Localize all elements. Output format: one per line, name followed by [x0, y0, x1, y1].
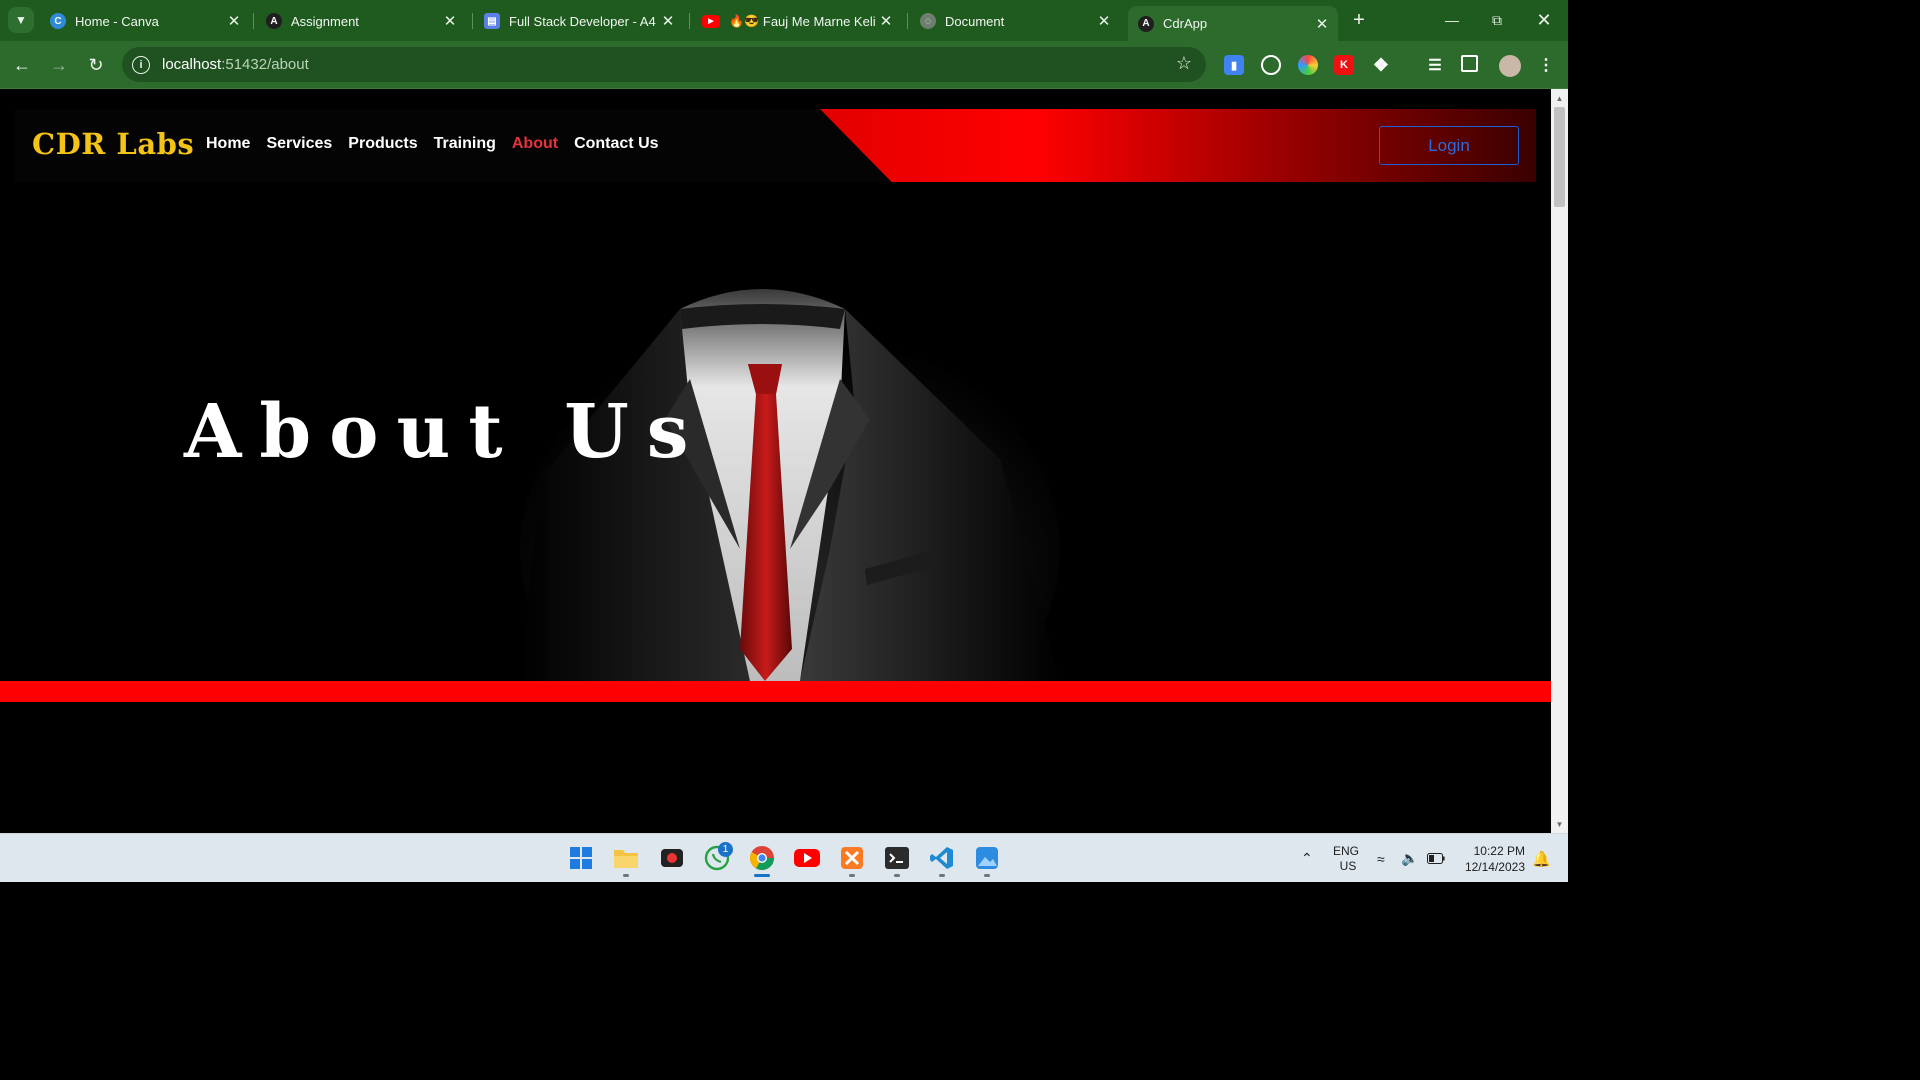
extensions-puzzle-icon[interactable]: ❖ — [1371, 55, 1391, 75]
clock[interactable]: 10:22 PM 12/14/2023 — [1459, 834, 1525, 883]
browser-tab-strip: ▼ C Home - Canva ✕ A Assignment ✕ ▤ Full… — [0, 0, 1568, 41]
terminal-icon[interactable] — [883, 844, 911, 872]
side-panel-icon[interactable] — [1461, 55, 1478, 72]
close-icon[interactable]: ✕ — [876, 12, 896, 30]
hero-red-stripe — [0, 681, 1551, 702]
tab-title: Fauj Me Marne Keliye — [762, 13, 876, 29]
extension-docs-icon[interactable]: ▮ — [1224, 55, 1244, 75]
tab-separator — [907, 13, 908, 29]
tab-full-stack-developer[interactable]: ▤ Full Stack Developer - A4 ✕ — [474, 6, 684, 36]
angular-icon: A — [266, 13, 282, 29]
tab-title: Full Stack Developer - A4 — [509, 13, 656, 29]
active-app-indicator — [754, 874, 770, 877]
running-indicator — [984, 874, 990, 877]
close-icon[interactable]: ✕ — [658, 12, 678, 30]
back-icon[interactable]: ← — [10, 53, 34, 77]
file-explorer-icon[interactable] — [612, 844, 640, 872]
close-window-icon[interactable]: ✕ — [1524, 8, 1564, 32]
vscode-icon[interactable] — [928, 844, 956, 872]
bookmark-star-icon[interactable]: ☆ — [1176, 53, 1192, 74]
tab-separator — [253, 13, 254, 29]
tab-title: CdrApp — [1163, 16, 1208, 31]
tab-home-canva[interactable]: C Home - Canva ✕ — [40, 6, 250, 36]
xampp-icon[interactable] — [838, 844, 866, 872]
extension-circle-icon[interactable] — [1261, 55, 1281, 75]
address-bar[interactable]: i localhost:51432/about ☆ — [122, 47, 1206, 82]
clock-date: 12/14/2023 — [1464, 859, 1525, 874]
tab-title: Assignment — [291, 13, 359, 29]
menu-item-services[interactable]: Services — [266, 135, 332, 153]
login-button[interactable]: Login — [1379, 126, 1519, 165]
forward-icon[interactable]: → — [47, 53, 71, 77]
windows-start-icon[interactable] — [567, 844, 595, 872]
close-icon[interactable]: ✕ — [1094, 12, 1114, 30]
battery-icon[interactable] — [1427, 834, 1445, 883]
tab-assignment[interactable]: A Assignment ✕ — [256, 6, 466, 36]
scrollbar-thumb[interactable] — [1554, 107, 1565, 207]
browser-toolbar: ← → ↻ i localhost:51432/about ☆ ▮ K ❖ ☰ … — [0, 41, 1568, 89]
menu-kebab-icon[interactable]: ⋮ — [1536, 55, 1556, 75]
hero-suit-image — [500, 289, 1080, 681]
menu-item-contact-us[interactable]: Contact Us — [574, 135, 658, 153]
screen-recorder-icon[interactable] — [658, 844, 686, 872]
tab-cdrapp[interactable]: A CdrApp ✕ — [1128, 6, 1338, 41]
notification-badge: 1 — [718, 842, 733, 857]
new-tab-button[interactable]: + — [1348, 9, 1370, 31]
tab-title: Home - Canva — [75, 13, 159, 29]
page-viewport: CDR Labs Home Services Products Training… — [0, 89, 1551, 833]
tab-search-button[interactable]: ▼ — [8, 7, 34, 33]
volume-icon[interactable]: 🔈 — [1401, 834, 1418, 883]
scroll-up-icon[interactable]: ▲ — [1551, 91, 1568, 105]
photos-icon[interactable] — [973, 844, 1001, 872]
tab-title: Document — [945, 13, 1005, 29]
menu-item-home[interactable]: Home — [206, 135, 250, 153]
globe-icon: ◌ — [920, 13, 936, 29]
main-menu: Home Services Products Training About Co… — [206, 135, 675, 153]
language-indicator[interactable]: ENG US — [1333, 834, 1359, 883]
url-host: localhost — [162, 56, 222, 73]
canva-icon: C — [50, 13, 66, 29]
media-control-icon[interactable]: ☰ — [1425, 55, 1445, 75]
extension-k-icon[interactable]: K — [1334, 55, 1354, 75]
youtube-icon: ▶ — [702, 14, 720, 28]
site-info-icon[interactable]: i — [132, 55, 150, 74]
close-icon[interactable]: ✕ — [1312, 15, 1332, 33]
profile-avatar[interactable] — [1499, 55, 1521, 77]
running-indicator — [623, 874, 629, 877]
tab-document[interactable]: ◌ Document ✕ — [910, 6, 1120, 36]
youtube-icon[interactable] — [793, 844, 821, 872]
scroll-down-icon[interactable]: ▼ — [1551, 817, 1568, 831]
restore-icon[interactable]: ⧉ — [1477, 8, 1517, 32]
tab-separator — [472, 13, 473, 29]
close-icon[interactable]: ✕ — [440, 12, 460, 30]
reload-icon[interactable]: ↻ — [84, 53, 108, 77]
running-indicator — [894, 874, 900, 877]
menu-item-training[interactable]: Training — [434, 135, 496, 153]
tab-youtube[interactable]: ▶ 🔥😎 Fauj Me Marne Keliye ✕ — [692, 6, 902, 36]
url-text: localhost:51432/about — [162, 56, 309, 73]
chrome-icon[interactable] — [748, 844, 776, 872]
url-path: :51432/about — [221, 56, 309, 73]
angular-icon: A — [1138, 15, 1154, 32]
tray-overflow-icon[interactable]: ⌃ — [1301, 834, 1313, 883]
running-indicator — [939, 874, 945, 877]
wifi-icon[interactable]: ≈ — [1377, 834, 1385, 883]
minimize-icon[interactable]: — — [1432, 8, 1472, 32]
notification-bell-icon[interactable]: 🔔 — [1532, 834, 1551, 883]
language-label: ENG — [1333, 843, 1360, 858]
menu-item-products[interactable]: Products — [348, 135, 417, 153]
hero-title: About Us — [184, 389, 707, 475]
menu-item-about[interactable]: About — [512, 135, 558, 153]
document-icon: ▤ — [484, 13, 500, 29]
clock-time: 10:22 PM — [1473, 843, 1525, 858]
site-logo[interactable]: CDR Labs — [32, 127, 194, 161]
emoji-icon: 🔥😎 — [729, 14, 759, 28]
region-label: US — [1339, 858, 1357, 873]
tab-separator — [689, 13, 690, 29]
close-icon[interactable]: ✕ — [224, 12, 244, 30]
windows-taskbar: 1 ⌃ ENG US ≈ 🔈 10:22 PM 12/14/2023 🔔 — [0, 833, 1568, 882]
page-scrollbar[interactable]: ▲ ▼ — [1551, 89, 1568, 833]
extension-color-icon[interactable] — [1298, 55, 1318, 75]
running-indicator — [849, 874, 855, 877]
